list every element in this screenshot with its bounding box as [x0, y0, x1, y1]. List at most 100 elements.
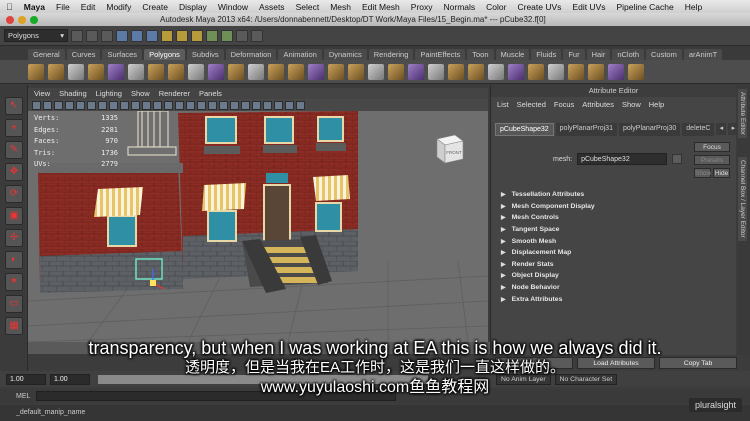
- shelf-tab-subdivs[interactable]: Subdivs: [186, 49, 224, 60]
- shelf-tab-custom[interactable]: Custom: [646, 49, 682, 60]
- layout-four-icon[interactable]: ▦: [5, 317, 23, 335]
- tab-deletec[interactable]: deleteC: [682, 123, 715, 136]
- section-smooth-mesh[interactable]: ▶ Smooth Mesh: [499, 235, 699, 247]
- hide-button[interactable]: Hide: [713, 168, 730, 178]
- scale-tool-icon[interactable]: ▣: [5, 207, 23, 225]
- menu-help[interactable]: Help: [685, 2, 702, 12]
- section-object-display[interactable]: ▶ Object Display: [499, 270, 699, 282]
- panel-menu-renderer[interactable]: Renderer: [159, 89, 190, 98]
- extrude-icon[interactable]: [308, 63, 324, 80]
- menu-edit-mesh[interactable]: Edit Mesh: [362, 2, 400, 12]
- shelf-tab-general[interactable]: General: [28, 49, 65, 60]
- menu-assets[interactable]: Assets: [259, 2, 285, 12]
- depth-of-field-icon[interactable]: [296, 100, 305, 110]
- menu-color[interactable]: Color: [486, 2, 506, 12]
- poly-cylinder-icon[interactable]: [68, 63, 84, 80]
- menu-mesh[interactable]: Mesh: [330, 2, 351, 12]
- side-tab-attribute-editor[interactable]: Attribute Editor: [738, 89, 747, 138]
- split-polygon-icon[interactable]: [368, 63, 384, 80]
- textured-icon[interactable]: [230, 100, 239, 110]
- menu-set-dropdown[interactable]: Polygons ▾: [4, 29, 68, 42]
- camera-attr-icon[interactable]: [43, 100, 52, 110]
- poly-torus-icon[interactable]: [128, 63, 144, 80]
- menu-modify[interactable]: Modify: [106, 2, 131, 12]
- combine-icon[interactable]: [208, 63, 224, 80]
- snap-point-icon[interactable]: [191, 29, 203, 42]
- resolution-gate-icon[interactable]: [98, 100, 107, 110]
- section-extra-attributes[interactable]: ▶ Extra Attributes: [499, 293, 699, 305]
- separate-icon[interactable]: [228, 63, 244, 80]
- bevel-icon[interactable]: [428, 63, 444, 80]
- menu-select[interactable]: Select: [296, 2, 320, 12]
- soft-mod-icon[interactable]: ◐: [5, 251, 23, 269]
- menu-display[interactable]: Display: [179, 2, 207, 12]
- shelf-tab-toon[interactable]: Toon: [467, 49, 494, 60]
- section-mesh-component-display[interactable]: ▶ Mesh Component Display: [499, 201, 699, 213]
- cylindrical-mapping-icon[interactable]: [508, 63, 524, 80]
- extract-icon[interactable]: [248, 63, 264, 80]
- menu-create[interactable]: Create: [142, 2, 168, 12]
- ae-menu-selected[interactable]: Selected: [517, 100, 546, 109]
- merge-icon[interactable]: [448, 63, 464, 80]
- anti-aliasing-icon[interactable]: [285, 100, 294, 110]
- boolean-icon[interactable]: [288, 63, 304, 80]
- new-scene-icon[interactable]: [71, 29, 83, 42]
- shelf-tab-painteffects[interactable]: PaintEffects: [415, 49, 466, 60]
- app-menu-maya[interactable]: Maya: [24, 2, 45, 12]
- snap-grid-icon[interactable]: [161, 29, 173, 42]
- ambient-occlusion-icon[interactable]: [263, 100, 272, 110]
- lasso-tool-icon[interactable]: ⌖: [5, 119, 23, 137]
- shadows-icon[interactable]: [252, 100, 261, 110]
- shelf-tab-muscle[interactable]: Muscle: [495, 49, 530, 60]
- poly-prism-icon[interactable]: [148, 63, 164, 80]
- ae-menu-focus[interactable]: Focus: [554, 100, 574, 109]
- tab-pcubeshape32[interactable]: pCubeShape32: [495, 123, 554, 136]
- poly-pyramid-icon[interactable]: [168, 63, 184, 80]
- image-plane-icon[interactable]: [65, 100, 74, 110]
- select-object-icon[interactable]: [131, 29, 143, 42]
- menu-edit-uvs[interactable]: Edit UVs: [572, 2, 605, 12]
- select-hierarchy-icon[interactable]: [116, 29, 128, 42]
- shelf-tab-fluids[interactable]: Fluids: [531, 49, 562, 60]
- panel-menu-lighting[interactable]: Lighting: [96, 89, 122, 98]
- focus-button[interactable]: Focus: [694, 142, 730, 152]
- paint-select-tool-icon[interactable]: ✎: [5, 141, 23, 159]
- ae-menu-list[interactable]: List: [497, 100, 509, 109]
- apple-icon[interactable]: : [6, 2, 13, 12]
- menu-edit[interactable]: Edit: [81, 2, 96, 12]
- camera-icon[interactable]: [32, 100, 41, 110]
- motion-blur-icon[interactable]: [274, 100, 283, 110]
- shelf-tab-hair[interactable]: Hair: [586, 49, 611, 60]
- menu-pipeline-cache[interactable]: Pipeline Cache: [617, 2, 674, 12]
- shelf-tab-surfaces[interactable]: Surfaces: [102, 49, 143, 60]
- panel-menu-show[interactable]: Show: [131, 89, 150, 98]
- shelf-tab-polygons[interactable]: Polygons: [144, 49, 185, 60]
- shelf-tab-curves[interactable]: Curves: [66, 49, 101, 60]
- ae-menu-attributes[interactable]: Attributes: [582, 100, 614, 109]
- bounding-box-icon[interactable]: [186, 100, 195, 110]
- menu-create-uvs[interactable]: Create UVs: [517, 2, 561, 12]
- layout-single-icon[interactable]: ▭: [5, 295, 23, 313]
- poly-cone-icon[interactable]: [88, 63, 104, 80]
- checker-uv-2-icon[interactable]: [608, 63, 624, 80]
- checker-uv-3-icon[interactable]: [628, 63, 644, 80]
- xray-icon[interactable]: [208, 100, 217, 110]
- offset-edge-loop-icon[interactable]: [408, 63, 424, 80]
- wireframe-icon[interactable]: [153, 100, 162, 110]
- smooth-icon[interactable]: [268, 63, 284, 80]
- poly-cube-icon[interactable]: [48, 63, 64, 80]
- append-polygon-icon[interactable]: [348, 63, 364, 80]
- ipr-render-icon[interactable]: [221, 29, 233, 42]
- shelf-tab-ncloth[interactable]: nCloth: [612, 49, 645, 60]
- section-tessellation[interactable]: ▶ Tessellation Attributes: [499, 189, 699, 201]
- safe-action-icon[interactable]: [131, 100, 140, 110]
- poly-plane-icon[interactable]: [108, 63, 124, 80]
- grid-toggle-icon[interactable]: [76, 100, 85, 110]
- gate-mask-icon[interactable]: [109, 100, 118, 110]
- go-to-input-icon[interactable]: [672, 154, 683, 164]
- shelf-tab-dynamics[interactable]: Dynamics: [323, 49, 367, 60]
- view-cube-icon[interactable]: FRONT: [433, 131, 467, 165]
- bookmark-icon[interactable]: [54, 100, 63, 110]
- snap-curve-icon[interactable]: [176, 29, 188, 42]
- xray-joints-icon[interactable]: [219, 100, 228, 110]
